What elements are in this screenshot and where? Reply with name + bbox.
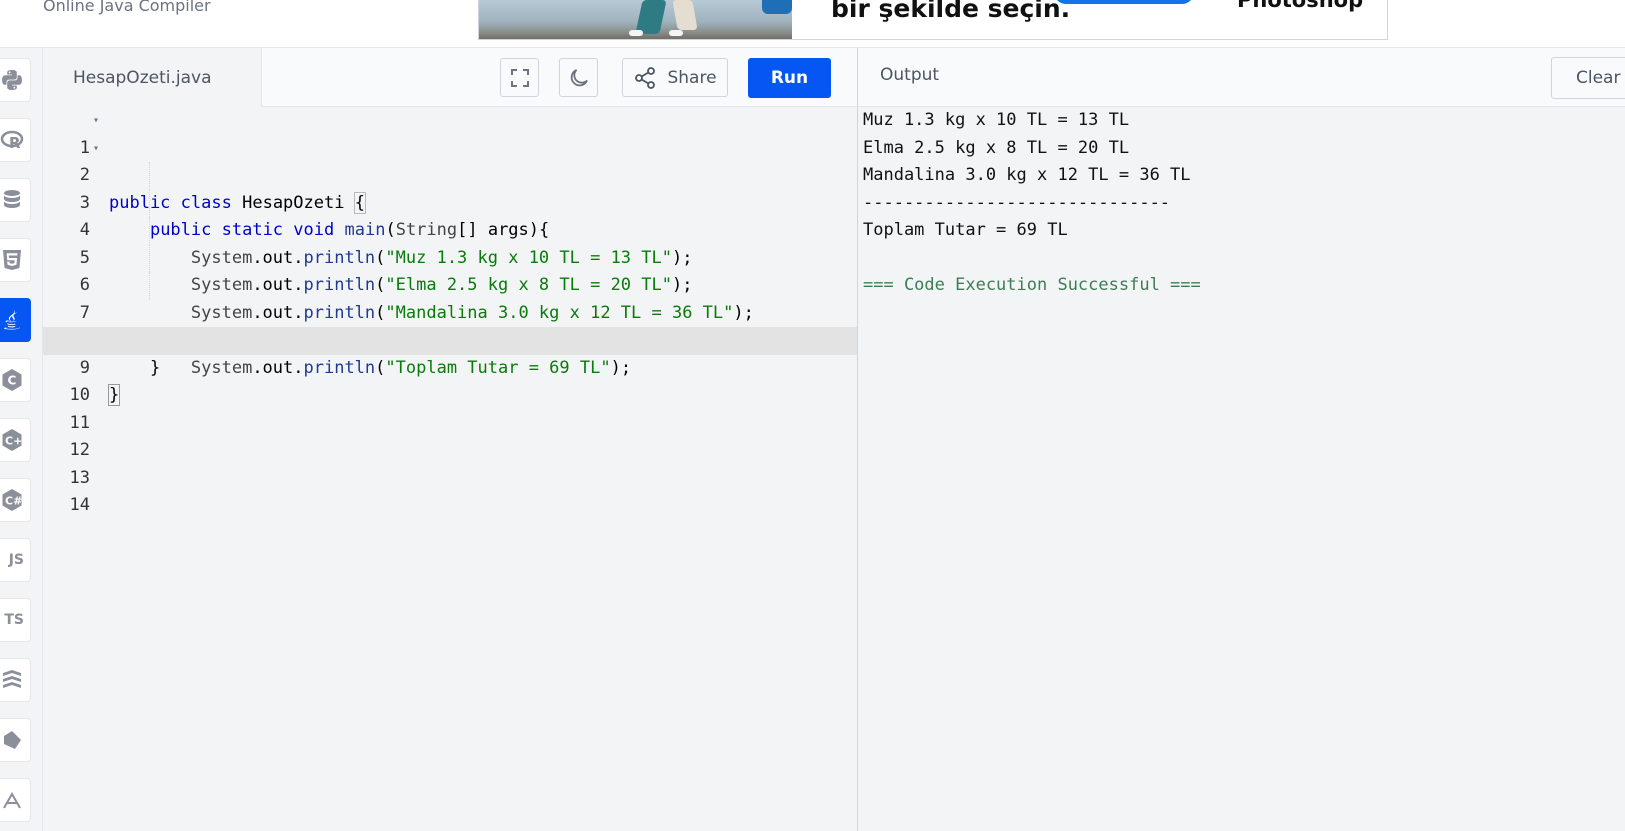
code-line: 7 System.out.println("Toplam Tutar = 69 … (43, 272, 857, 378)
fullscreen-button[interactable] (500, 58, 539, 97)
lang-javascript-button[interactable]: JS (0, 538, 31, 582)
ad-image (479, 0, 792, 39)
share-icon (635, 66, 656, 89)
lang-c-button[interactable]: C (0, 358, 31, 402)
editor-toolbar: HesapOzeti.java Share Run (43, 48, 858, 107)
lang-html-button[interactable] (0, 238, 31, 282)
output-title: Output (880, 65, 940, 85)
code-line: 8 } (43, 300, 857, 378)
lang-cpp-button[interactable]: C+ (0, 418, 31, 462)
code-line: 3 System.out.println("Muz 1.3 kg x 10 TL… (43, 162, 857, 268)
lang-r-button[interactable]: R (0, 118, 31, 162)
clear-button[interactable]: Clear (1551, 57, 1625, 99)
output-line: Muz 1.3 kg x 10 TL = 13 TL (863, 110, 1130, 130)
code-line: 2 ▾ public static void main(String[] arg… (43, 135, 857, 241)
site-subtitle: Online Java Compiler (43, 0, 211, 15)
code-line-current: 9 } (43, 327, 857, 406)
code-line: 6 System.out.println("------------------… (43, 244, 857, 350)
output-console: Muz 1.3 kg x 10 TL = 13 TL Elma 2.5 kg x… (858, 107, 1625, 831)
svg-text:C+: C+ (5, 435, 22, 448)
lang-csharp-button[interactable]: C# (0, 478, 31, 522)
lang-swift-button[interactable] (0, 718, 31, 762)
code-line: 13 (43, 437, 857, 488)
output-line: Elma 2.5 kg x 8 TL = 20 TL (863, 137, 1130, 158)
svg-text:R: R (9, 134, 21, 152)
ad-brand: Photoshop (1237, 0, 1364, 12)
java-icon (4, 310, 20, 330)
lang-python-button[interactable] (0, 58, 31, 102)
svg-text:C#: C# (5, 495, 22, 508)
fold-arrow-icon[interactable]: ▾ (93, 135, 99, 163)
language-sidebar: R C C+ C# JS TS (0, 48, 43, 831)
file-tab[interactable]: HesapOzeti.java (43, 48, 262, 107)
fold-arrow-icon[interactable]: ▾ (93, 107, 99, 135)
code-line: 10 (43, 355, 857, 405)
csharp-icon: C# (2, 489, 22, 511)
dark-mode-toggle[interactable] (559, 58, 598, 97)
database-icon (4, 190, 20, 208)
advertisement-banner[interactable]: bir şekilde seçin. Photoshop (478, 0, 1388, 40)
r-icon: R (0, 130, 24, 152)
code-editor[interactable]: 1 ▾ public class HesapOzeti { 2 ▾ public… (43, 107, 857, 831)
svg-text:C: C (8, 374, 17, 388)
fullscreen-icon (510, 68, 529, 87)
output-line: ------------------------------ (863, 192, 1171, 213)
share-button[interactable]: Share (622, 58, 728, 97)
ad-badge-icon (762, 0, 792, 14)
lang-sql-button[interactable] (0, 178, 31, 222)
cpp-icon: C+ (2, 429, 22, 451)
lang-more-button[interactable] (0, 778, 31, 822)
code-line: 4 System.out.println("Elma 2.5 kg x 8 TL… (43, 189, 857, 295)
ad-cta-button[interactable] (1054, 0, 1194, 4)
code-line: 5 System.out.println("Mandalina 3.0 kg x… (43, 217, 857, 323)
execution-status: === Code Execution Successful === (863, 275, 1201, 295)
top-header: Online Java Compiler bir şekilde seçin. … (0, 0, 1625, 48)
lang-typescript-button[interactable]: TS (0, 598, 31, 642)
file-name: HesapOzeti.java (73, 67, 212, 88)
code-line: 11 (43, 382, 857, 433)
run-button[interactable]: Run (748, 58, 831, 98)
lang-stack-button[interactable] (0, 658, 31, 702)
output-line: Toplam Tutar = 69 TL (863, 220, 1068, 240)
js-icon: JS (8, 552, 24, 568)
stack-icon (3, 670, 21, 688)
html5-icon (3, 250, 21, 270)
output-line: Mandalina 3.0 kg x 12 TL = 36 TL (863, 165, 1191, 185)
ad-text: bir şekilde seçin. (831, 0, 1071, 23)
lang-icon (3, 791, 21, 809)
swift-icon (4, 731, 21, 749)
code-line: 1 ▾ public class HesapOzeti { (43, 107, 857, 214)
code-line: 14 (43, 465, 857, 515)
lang-java-button[interactable] (0, 298, 31, 342)
code-line: 12 (43, 410, 857, 460)
share-label: Share (667, 67, 717, 88)
line-number: 14 (69, 495, 90, 515)
c-icon: C (2, 369, 22, 391)
ts-icon: TS (4, 612, 24, 628)
python-icon (2, 70, 22, 90)
moon-icon (570, 68, 588, 86)
output-toolbar: Output Clear (858, 48, 1625, 107)
